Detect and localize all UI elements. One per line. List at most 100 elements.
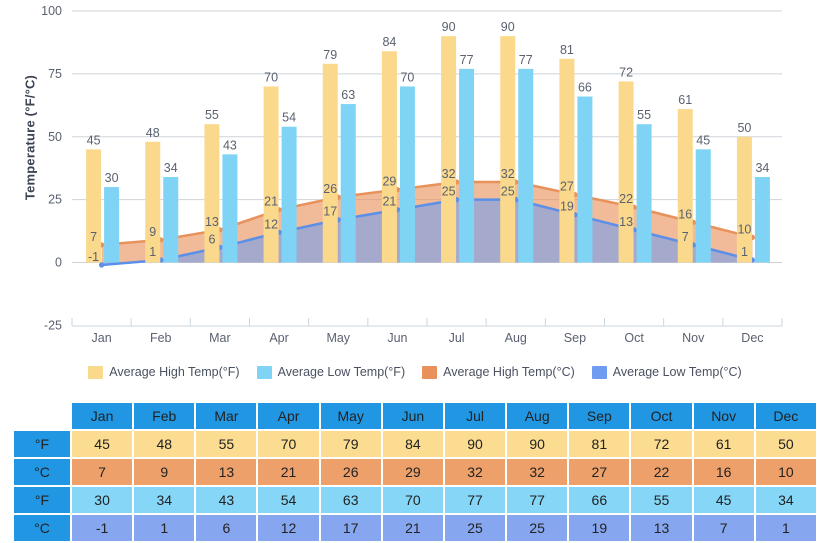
y-axis-tick-label: 0	[55, 256, 62, 270]
table-cell: 70	[382, 487, 443, 513]
legend-label: Average High Temp(°F)	[109, 365, 240, 379]
table-row: °C -1 1 6 12 17 21 25 25 19 13 7 1	[14, 515, 816, 541]
bar-low-f[interactable]	[163, 176, 179, 263]
bar-high-f[interactable]	[381, 51, 397, 263]
bar-label-low-f: 43	[223, 138, 237, 152]
bar-low-f[interactable]	[518, 68, 534, 263]
x-axis-month-label: Jun	[387, 331, 407, 345]
table-cell: 50	[755, 431, 816, 457]
point-label-low-c: 25	[501, 185, 515, 199]
y-axis-tick-label: 25	[48, 193, 62, 207]
bar-low-f[interactable]	[695, 149, 711, 263]
table-cell: 13	[196, 459, 257, 485]
table-cell: 29	[382, 459, 443, 485]
bar-high-f[interactable]	[736, 136, 752, 263]
temperature-data-table: Jan Feb Mar Apr May Jun Jul Aug Sep Oct Nov Dec °F 4…	[12, 401, 818, 543]
bar-label-low-f: 55	[637, 108, 651, 122]
bar-label-high-f: 79	[323, 48, 337, 62]
point-label-low-c: 1	[149, 245, 156, 259]
bar-label-high-f: 45	[87, 133, 101, 147]
bar-low-f[interactable]	[222, 154, 238, 263]
table-cell: 32	[444, 459, 506, 485]
table-cell: 1	[134, 515, 195, 541]
legend-item[interactable]: Average High Temp(°F)	[88, 365, 240, 379]
table-cell: 84	[382, 431, 443, 457]
table-cell: 12	[258, 515, 319, 541]
table-cell: 1	[755, 515, 816, 541]
table-cell: 13	[631, 515, 692, 541]
bar-high-f[interactable]	[500, 36, 516, 263]
bar-low-f[interactable]	[340, 104, 356, 263]
y-axis-tick-label: 100	[41, 4, 62, 18]
point-label-high-c: 21	[264, 195, 278, 209]
legend-item[interactable]: Average High Temp(°C)	[422, 365, 575, 379]
point-label-low-c: 1	[741, 245, 748, 259]
legend-label: Average Low Temp(°F)	[277, 365, 406, 379]
bar-high-f[interactable]	[322, 63, 338, 263]
bar-label-low-f: 66	[578, 81, 592, 95]
bar-label-high-f: 50	[737, 121, 751, 135]
table-cell: 63	[320, 487, 381, 513]
table-cell: 19	[569, 515, 630, 541]
bar-low-f[interactable]	[577, 96, 593, 263]
table-month-header: Nov	[693, 403, 754, 429]
table-cell: 45	[72, 431, 133, 457]
point-label-low-c: 6	[208, 232, 215, 246]
bar-label-low-f: 54	[282, 111, 296, 125]
table-cell: 27	[569, 459, 630, 485]
bar-high-f[interactable]	[86, 149, 102, 263]
bar-label-high-f: 72	[619, 65, 633, 79]
table-cell: 90	[444, 431, 506, 457]
bar-low-f[interactable]	[636, 124, 652, 263]
bar-label-high-f: 70	[264, 70, 278, 84]
bar-high-f[interactable]	[559, 58, 575, 263]
legend-item[interactable]: Average Low Temp(°F)	[256, 365, 406, 379]
celsius-area-group	[98, 179, 756, 268]
table-cell: 25	[507, 515, 568, 541]
point-low-c[interactable]	[98, 262, 105, 268]
table-cell: 90	[507, 431, 568, 457]
bar-label-high-f: 90	[442, 20, 456, 34]
point-label-high-c: 26	[323, 182, 337, 196]
point-label-high-c: 16	[678, 207, 692, 221]
table-cell: 77	[507, 487, 568, 513]
table-month-header: Apr	[258, 403, 319, 429]
table-cell: 81	[569, 431, 630, 457]
bar-low-f[interactable]	[459, 68, 475, 263]
table-month-header: Jul	[444, 403, 506, 429]
legend-item[interactable]: Average Low Temp(°C)	[591, 365, 742, 379]
table-cell: 30	[72, 487, 133, 513]
bar-low-f[interactable]	[104, 187, 120, 263]
table-corner-cell	[14, 403, 70, 429]
legend-label: Average Low Temp(°C)	[612, 365, 742, 379]
x-axis-month-label: Jul	[449, 331, 465, 345]
table-cell: -1	[72, 515, 133, 541]
table-cell: 22	[631, 459, 692, 485]
bar-label-high-f: 81	[560, 43, 574, 57]
y-axis-tick-label: 75	[48, 67, 62, 81]
point-label-low-c: 7	[682, 230, 689, 244]
table-cell: 79	[320, 431, 381, 457]
bar-low-f[interactable]	[754, 176, 770, 263]
table-cell: 77	[444, 487, 506, 513]
bar-label-low-f: 77	[460, 53, 474, 67]
y-axis-tick-label: -25	[44, 318, 62, 332]
bar-label-high-f: 61	[678, 93, 692, 107]
point-label-low-c: 17	[323, 205, 337, 219]
bar-low-f[interactable]	[281, 126, 297, 263]
bar-high-f[interactable]	[441, 36, 457, 263]
point-label-high-c: 13	[205, 215, 219, 229]
bar-high-f[interactable]	[263, 86, 279, 263]
bar-label-low-f: 34	[755, 161, 769, 175]
bar-low-f[interactable]	[399, 86, 415, 263]
table-cell: 34	[755, 487, 816, 513]
point-label-low-c: 13	[619, 215, 633, 229]
table-row: °F 30 34 43 54 63 70 77 77 66 55 45 34	[14, 487, 816, 513]
table-cell: 48	[134, 431, 195, 457]
x-axis-month-label: Oct	[624, 331, 644, 345]
table-cell: 55	[631, 487, 692, 513]
legend-swatch-icon	[422, 365, 438, 379]
bar-high-f[interactable]	[618, 81, 634, 263]
x-axis-month-label: Nov	[682, 331, 705, 345]
table-month-header: Aug	[507, 403, 568, 429]
